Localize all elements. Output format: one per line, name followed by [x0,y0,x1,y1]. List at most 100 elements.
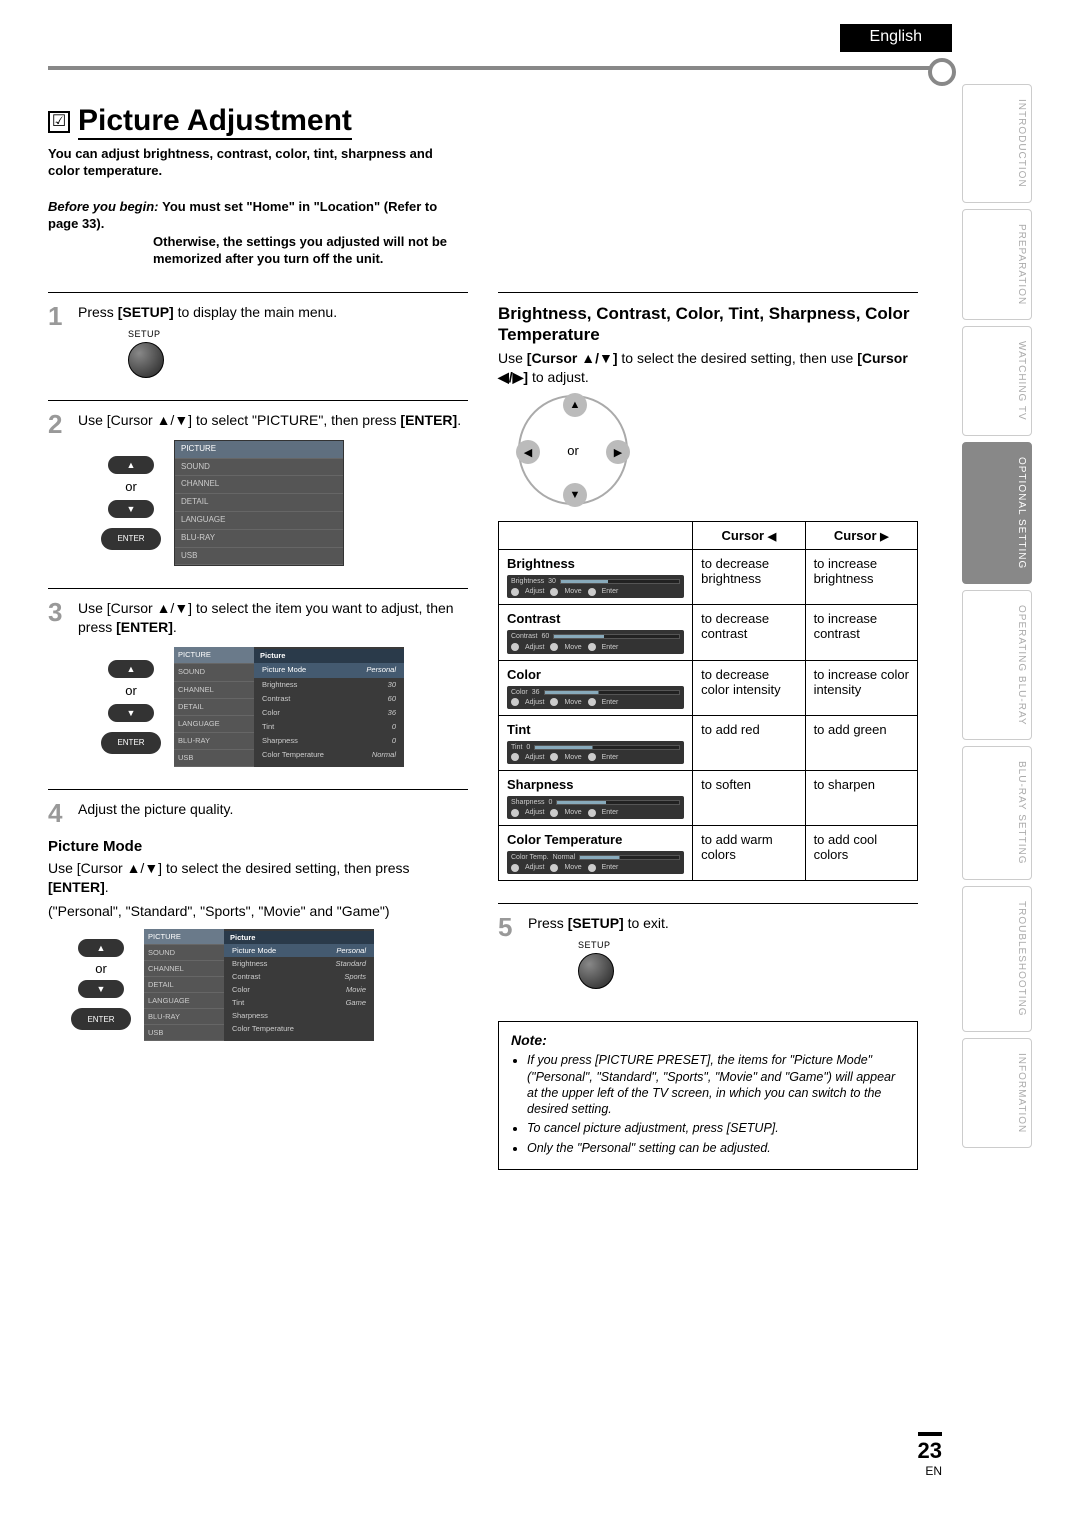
param-name: Contrast [507,611,684,626]
dpad-up-down: ▲ or ▼ ENTER [108,456,154,550]
cursor-right-effect: to sharpen [805,771,917,826]
step-1: 1 Press [SETUP] to display the main menu… [48,303,468,392]
step-2-text: Use [Cursor ▲/▼] to select "PICTURE", th… [78,412,461,428]
adjustment-heading: Brightness, Contrast, Color, Tint, Sharp… [498,303,918,346]
menu-side-item: PICTURE [144,929,224,945]
page-footer: 23 EN [918,1432,942,1478]
setup-label: SETUP [578,939,918,951]
cursor-left-effect: to add warm colors [693,826,805,881]
table-row: BrightnessBrightness30AdjustMoveEnterto … [499,550,918,605]
page-number: 23 [918,1432,942,1464]
table-header-empty [499,522,693,550]
note-box: Note: If you press [PICTURE PRESET], the… [498,1021,918,1170]
page-language: EN [918,1464,942,1478]
table-row: SharpnessSharpness0AdjustMoveEnterto sof… [499,771,918,826]
side-tab-troubleshooting: TROUBLESHOOTING [962,886,1032,1032]
divider [48,789,468,790]
side-tab-blu-ray-setting: BLU-RAY SETTING [962,746,1032,880]
step-5: 5 Press [SETUP] to exit. SETUP [498,914,918,1003]
menu-row: Picture ModePersonal [224,944,374,957]
step-5-text: Press [SETUP] to exit. [528,915,669,931]
side-tab-information: INFORMATION [962,1038,1032,1148]
dpad-up-down: ▲ or ▼ ENTER [78,939,124,1030]
arrow-up-icon: ▲ [108,660,154,678]
step-number: 2 [48,411,68,580]
arrow-down-icon: ▼ [108,500,154,518]
table-row: Color TemperatureColor Temp.NormalAdjust… [499,826,918,881]
dpad-ring-icon: or ▲ ▼ ◀ ▶ [518,395,628,505]
osd-preview: Color Temp.NormalAdjustMoveEnter [507,851,684,874]
cursor-left-effect: to decrease color intensity [693,660,805,715]
onscreen-menu-picture: PICTURESOUNDCHANNELDETAILLANGUAGEBLU-RAY… [174,647,404,767]
step-number: 5 [498,914,518,1003]
menu-item: LANGUAGE [175,512,343,530]
menu-row: Tint0 [254,720,404,734]
step-number: 4 [48,800,68,826]
arrow-up-icon: ▲ [78,939,124,957]
language-tab: English [840,24,952,52]
menu-side-item: USB [174,750,254,767]
side-tab-watching-tv: WATCHING TV [962,326,1032,436]
side-tab-optional-setting: OPTIONAL SETTING [962,442,1032,584]
menu-side-item: USB [144,1025,224,1041]
menu-side-item: DETAIL [144,977,224,993]
param-cell: ColorColor36AdjustMoveEnter [499,660,693,715]
enter-button-icon: ENTER [71,1008,131,1030]
divider [498,903,918,904]
menu-row: TintGame [224,996,374,1009]
or-label: or [95,961,107,976]
param-name: Sharpness [507,777,684,792]
cursor-left-effect: to decrease brightness [693,550,805,605]
setup-button-icon [578,953,614,989]
menu-item: DETAIL [175,494,343,512]
step-4: 4 Adjust the picture quality. [48,800,468,826]
menu-row: BrightnessStandard [224,957,374,970]
menu-side-item: CHANNEL [144,961,224,977]
note-label: Note: [511,1032,905,1048]
picture-mode-text: Use [Cursor ▲/▼] to select the desired s… [48,859,468,897]
or-label: or [125,682,137,700]
menu-row: ColorMovie [224,983,374,996]
osd-preview: Color36AdjustMoveEnter [507,686,684,709]
arrow-down-icon: ▼ [78,980,124,998]
menu-row: Sharpness [224,1009,374,1022]
note-item: If you press [PICTURE PRESET], the items… [527,1052,905,1117]
menu-row: Color36 [254,706,404,720]
table-row: TintTint0AdjustMoveEnterto add redto add… [499,715,918,770]
adjustment-table: Cursor ◀ Cursor ▶ BrightnessBrightness30… [498,521,918,881]
or-label: or [125,478,137,496]
arrow-down-icon: ▼ [563,483,587,507]
menu-item: USB [175,548,343,566]
param-cell: ContrastContrast60AdjustMoveEnter [499,605,693,660]
param-cell: TintTint0AdjustMoveEnter [499,715,693,770]
cursor-right-effect: to increase color intensity [805,660,917,715]
menu-item: SOUND [175,459,343,477]
cursor-right-effect: to increase contrast [805,605,917,660]
menu-side-item: SOUND [174,664,254,681]
enter-button-icon: ENTER [101,732,161,754]
menu-row: Color TemperatureNormal [254,748,404,762]
menu-item: BLU-RAY [175,530,343,548]
param-cell: Color TemperatureColor Temp.NormalAdjust… [499,826,693,881]
param-name: Tint [507,722,684,737]
menu-row: Brightness30 [254,678,404,692]
dpad-up-down: ▲ or ▼ ENTER [108,660,154,754]
menu-side-item: BLU-RAY [174,733,254,750]
side-tab-introduction: INTRODUCTION [962,84,1032,203]
menu-side-item: SOUND [144,945,224,961]
side-tab-operating-blu-ray: OPERATING BLU-RAY [962,590,1032,741]
table-row: ColorColor36AdjustMoveEnterto decrease c… [499,660,918,715]
intro-text: You can adjust brightness, contrast, col… [48,146,468,180]
menu-header: Picture [254,649,404,663]
setup-button-icon [128,342,164,378]
table-header-cursor-left: Cursor ◀ [693,522,805,550]
arrow-down-icon: ▼ [108,704,154,722]
or-label: or [567,443,579,458]
divider [498,292,918,293]
menu-side-item: LANGUAGE [174,716,254,733]
divider [48,588,468,589]
menu-side-item: PICTURE [174,647,254,664]
step-3-text: Use [Cursor ▲/▼] to select the item you … [78,600,454,635]
param-cell: SharpnessSharpness0AdjustMoveEnter [499,771,693,826]
arrow-left-icon: ◀ [516,440,540,464]
